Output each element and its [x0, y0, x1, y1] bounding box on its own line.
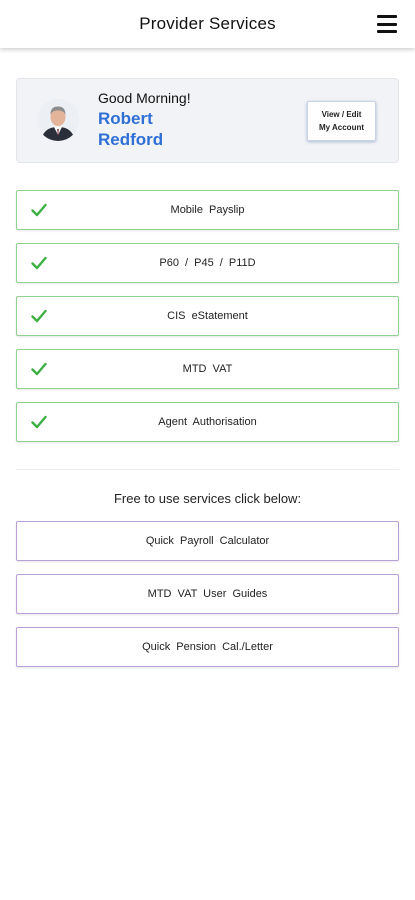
- app-header: Provider Services: [0, 0, 415, 48]
- service-label: CIS eStatement: [167, 310, 248, 322]
- view-edit-account-button[interactable]: View / Edit My Account: [307, 101, 376, 141]
- subscribed-services-list: Mobile Payslip P60 / P45 / P11D CIS eSta…: [16, 190, 399, 455]
- service-label: Mobile Payslip: [170, 204, 245, 216]
- avatar: [37, 99, 79, 141]
- service-p60-p45-p11d[interactable]: P60 / P45 / P11D: [16, 243, 399, 283]
- account-button-line2: My Account: [318, 123, 365, 132]
- quick-pension-calc-letter-button[interactable]: Quick Pension Cal./Letter: [16, 627, 399, 667]
- free-services-heading: Free to use services click below:: [113, 491, 302, 506]
- service-label: MTD VAT: [182, 363, 233, 375]
- free-service-label: Quick Payroll Calculator: [145, 535, 270, 547]
- quick-payroll-calculator-button[interactable]: Quick Payroll Calculator: [16, 521, 399, 561]
- service-agent-authorisation[interactable]: Agent Authorisation: [16, 402, 399, 442]
- greeting-text: Good Morning!: [98, 90, 191, 106]
- check-icon: [31, 309, 47, 323]
- mtd-vat-user-guides-button[interactable]: MTD VAT User Guides: [16, 574, 399, 614]
- service-cis-estatement[interactable]: CIS eStatement: [16, 296, 399, 336]
- user-first-name: Robert: [98, 109, 153, 128]
- check-icon: [31, 256, 47, 270]
- profile-card: Good Morning! Robert Redford View / Edit…: [16, 78, 399, 163]
- menu-bar: [377, 30, 397, 33]
- menu-bar: [377, 22, 397, 26]
- free-service-label: MTD VAT User Guides: [147, 588, 268, 600]
- service-mtd-vat[interactable]: MTD VAT: [16, 349, 399, 389]
- hamburger-menu-icon[interactable]: [377, 15, 397, 33]
- service-mobile-payslip[interactable]: Mobile Payslip: [16, 190, 399, 230]
- menu-bar: [377, 15, 397, 18]
- account-button-line1: View / Edit: [321, 110, 362, 119]
- service-label: P60 / P45 / P11D: [159, 257, 256, 269]
- check-icon: [31, 362, 47, 376]
- service-label: Agent Authorisation: [158, 416, 257, 428]
- user-photo-icon: [37, 99, 79, 141]
- check-icon: [31, 415, 47, 429]
- page-title: Provider Services: [139, 14, 276, 33]
- check-icon: [31, 203, 47, 217]
- free-service-label: Quick Pension Cal./Letter: [142, 641, 273, 653]
- section-divider: [16, 469, 399, 470]
- user-last-name: Redford: [98, 130, 164, 149]
- free-services-list: Quick Payroll Calculator MTD VAT User Gu…: [16, 521, 399, 680]
- user-name: Robert Redford: [98, 108, 238, 150]
